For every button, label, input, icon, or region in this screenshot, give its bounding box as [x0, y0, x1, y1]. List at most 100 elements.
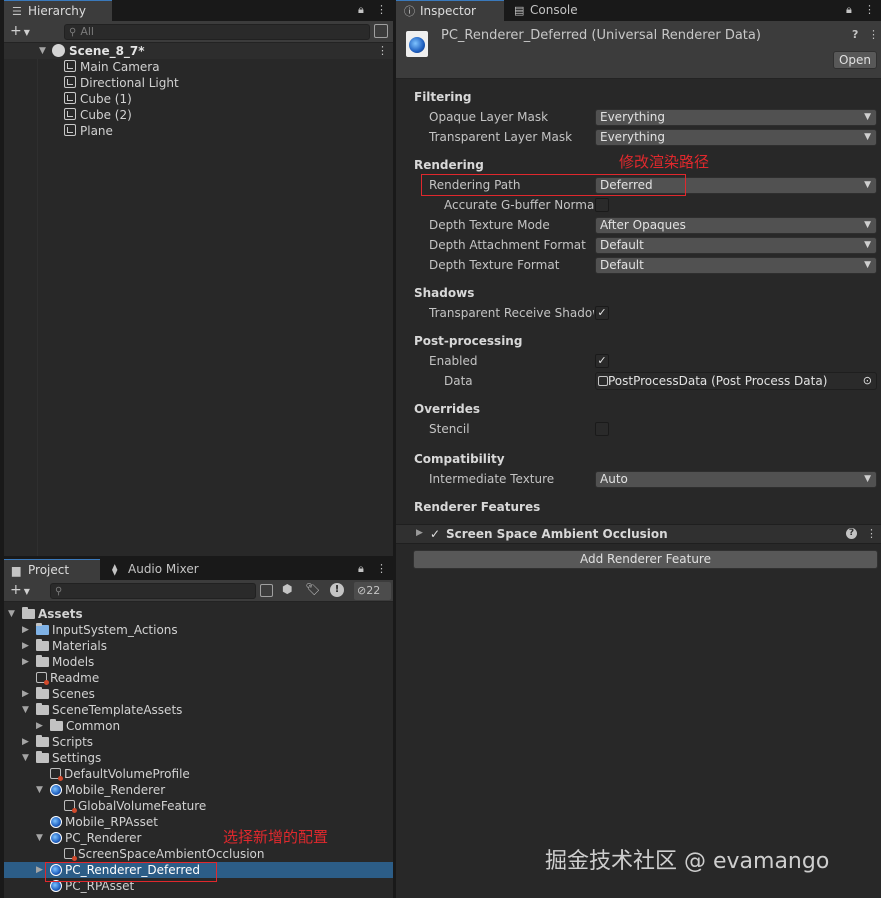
project-tree-item[interactable]: DefaultVolumeProfile — [50, 766, 190, 782]
stencil-checkbox[interactable] — [595, 422, 609, 436]
expanded-arrow-icon[interactable]: ▼ — [36, 833, 43, 843]
feature-enabled-checkmark-icon[interactable]: ✓ — [430, 527, 440, 541]
collapsed-arrow-icon[interactable]: ▶ — [22, 737, 29, 747]
hierarchy-item[interactable]: Cube (1) — [64, 91, 132, 107]
depth-attachment-format-label: Depth Attachment Format — [429, 238, 586, 252]
hierarchy-item[interactable]: Main Camera — [64, 59, 160, 75]
lock-icon[interactable]: 🔒︎ — [358, 3, 364, 17]
watermark: 掘金技术社区 @ evamango — [545, 849, 830, 874]
project-tree-item[interactable]: SceneTemplateAssets — [36, 702, 182, 718]
depth-attachment-format-dropdown[interactable]: Default ▼ — [595, 237, 877, 254]
project-tree-item[interactable]: Readme — [36, 670, 99, 686]
object-picker-icon[interactable]: ⊙ — [863, 373, 872, 389]
project-tree-item[interactable]: Materials — [36, 638, 107, 654]
postprocessing-enabled-checkbox[interactable]: ✓ — [595, 354, 609, 368]
collapsed-arrow-icon[interactable]: ▶ — [22, 689, 29, 699]
scriptable-asset-icon — [64, 800, 77, 813]
tab-audio-mixer[interactable]: ⧫ Audio Mixer — [104, 559, 214, 580]
collapsed-arrow-icon[interactable]: ▶ — [36, 865, 43, 875]
renderer-feature-row[interactable]: ▶ ✓ Screen Space Ambient Occlusion ? ⋮ — [396, 524, 881, 544]
expanded-arrow-icon[interactable]: ▼ — [22, 705, 29, 715]
log-icon[interactable]: ! — [330, 583, 344, 597]
filter-label-icon[interactable]: 🏷︎ — [305, 582, 320, 596]
foldout-arrow-icon[interactable]: ▶ — [416, 528, 423, 538]
tab-console[interactable]: ▤ Console — [506, 0, 596, 21]
filter-type-icon[interactable]: ⬢ — [282, 582, 292, 596]
tab-hierarchy[interactable]: ☰ Hierarchy — [4, 0, 112, 21]
depth-texture-format-label: Depth Texture Format — [429, 258, 560, 272]
depth-texture-format-dropdown[interactable]: Default ▼ — [595, 257, 877, 274]
project-tree-item[interactable]: Mobile_Renderer — [50, 782, 165, 798]
inspector-tabbar: ⓘ Inspector ▤ Console 🔒︎ ⋮ — [396, 0, 881, 21]
lock-icon[interactable]: 🔒︎ — [358, 562, 364, 576]
project-tree-item[interactable]: Settings — [36, 750, 101, 766]
collapsed-arrow-icon[interactable]: ▶ — [22, 641, 29, 651]
folder-icon — [36, 639, 49, 651]
collapsed-arrow-icon[interactable]: ▶ — [36, 721, 43, 731]
tab-project[interactable]: ▆ Project — [4, 559, 100, 580]
postprocessing-data-label: Data — [444, 374, 473, 388]
chevron-down-icon: ▼ — [864, 260, 871, 270]
new-config-annotation: 选择新增的配置 — [223, 828, 329, 846]
project-tree-item[interactable]: ScreenSpaceAmbientOcclusion — [64, 846, 264, 862]
renderer-asset-icon — [50, 784, 62, 796]
open-button[interactable]: Open — [833, 51, 877, 69]
expand-arrow-icon[interactable]: ▼ — [39, 46, 46, 56]
expanded-arrow-icon[interactable]: ▼ — [8, 609, 15, 619]
folder-icon: ▆ — [12, 564, 21, 577]
gameobject-cube-icon — [64, 124, 76, 136]
postprocessing-data-field[interactable]: PostProcessData (Post Process Data) ⊙ — [595, 372, 877, 390]
selected-asset-highlight — [45, 862, 217, 882]
help-icon[interactable]: ? — [852, 28, 858, 41]
project-tree-item[interactable]: Mobile_RPAsset — [50, 814, 158, 830]
opaque-layer-mask-label: Opaque Layer Mask — [429, 110, 549, 124]
project-search-input[interactable]: ⚲ — [50, 583, 256, 599]
feature-menu-icon[interactable]: ⋮ — [866, 527, 877, 540]
stencil-label: Stencil — [429, 422, 470, 436]
expanded-arrow-icon[interactable]: ▼ — [22, 753, 29, 763]
project-tree-item[interactable]: GlobalVolumeFeature — [64, 798, 206, 814]
expanded-arrow-icon[interactable]: ▼ — [36, 785, 43, 795]
hierarchy-item[interactable]: Cube (2) — [64, 107, 132, 123]
add-dropdown-button[interactable]: + ▼ — [10, 23, 30, 39]
hierarchy-item[interactable]: Directional Light — [64, 75, 179, 91]
more-menu-icon[interactable]: ⋮ — [864, 3, 875, 16]
intermediate-texture-dropdown[interactable]: Auto ▼ — [595, 471, 877, 488]
hidden-packages-toggle[interactable]: ⊘22 — [354, 582, 391, 600]
transparent-receive-shadows-checkbox[interactable]: ✓ — [595, 306, 609, 320]
folder-icon — [36, 735, 49, 747]
list-icon: ☰ — [12, 5, 22, 18]
project-tree-item[interactable]: InputSystem_Actions — [36, 622, 178, 638]
depth-texture-mode-dropdown[interactable]: After Opaques ▼ — [595, 217, 877, 234]
create-dropdown-button[interactable]: + ▼ — [10, 582, 30, 598]
chevron-down-icon: ▼ — [864, 132, 871, 142]
collapsed-arrow-icon[interactable]: ▶ — [22, 625, 29, 635]
tab-inspector[interactable]: ⓘ Inspector — [396, 0, 504, 21]
help-icon[interactable]: ? — [846, 528, 857, 539]
more-menu-icon[interactable]: ⋮ — [376, 562, 387, 575]
collapsed-arrow-icon[interactable]: ▶ — [22, 657, 29, 667]
project-tree-item[interactable]: Common — [50, 718, 120, 734]
project-tree: ▼ Assets ▶ InputSystem_Actions ▶ Materials ▶ Mo… — [4, 606, 393, 898]
hierarchy-tabbar: ☰ Hierarchy 🔒︎ ⋮ — [4, 0, 393, 21]
hierarchy-item[interactable]: Plane — [64, 123, 113, 139]
more-menu-icon[interactable]: ⋮ — [376, 3, 387, 16]
settings-menu-icon[interactable]: ⋮ — [868, 28, 879, 41]
project-tree-item[interactable]: Scenes — [36, 686, 95, 702]
add-renderer-feature-button[interactable]: Add Renderer Feature — [413, 550, 878, 569]
search-options-icon[interactable] — [374, 24, 388, 38]
search-by-type-icon[interactable] — [260, 584, 273, 597]
lock-icon[interactable]: 🔒︎ — [846, 3, 852, 17]
scene-row[interactable]: Scene_8_7* — [52, 43, 145, 59]
scriptable-asset-icon — [50, 768, 63, 781]
project-tree-item[interactable]: Assets — [22, 606, 83, 622]
opaque-layer-mask-dropdown[interactable]: Everything ▼ — [595, 109, 877, 126]
hierarchy-search-input[interactable]: ⚲ All — [64, 24, 370, 40]
project-tree-item[interactable]: Scripts — [36, 734, 93, 750]
renderer-asset-icon — [50, 832, 62, 844]
gbuffer-normals-checkbox[interactable] — [595, 198, 609, 212]
project-tree-item[interactable]: Models — [36, 654, 94, 670]
transparent-layer-mask-dropdown[interactable]: Everything ▼ — [595, 129, 877, 146]
project-tree-item[interactable]: PC_Renderer — [50, 830, 141, 846]
scene-menu-icon[interactable]: ⋮ — [377, 44, 388, 57]
